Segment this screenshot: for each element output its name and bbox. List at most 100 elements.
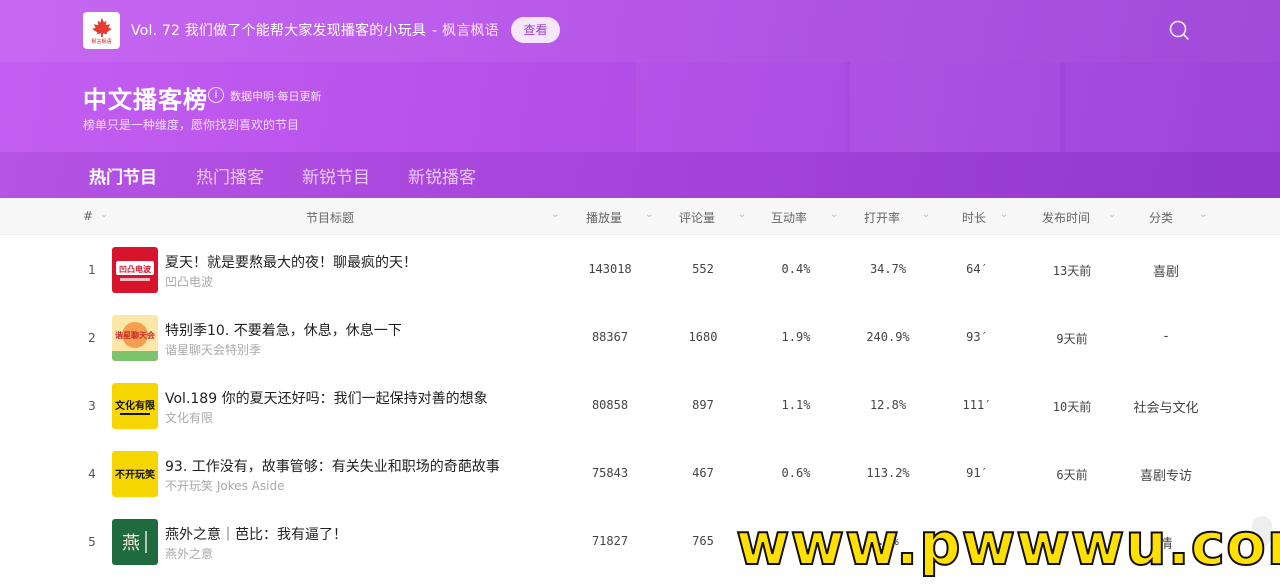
chevron-down-icon: ⌄ (645, 209, 654, 220)
chevron-down-icon: ⌄ (1108, 209, 1117, 220)
table-row[interactable]: 1 凹凸电波 夏天！就是要熬最大的夜！聊最疯的天！ 凹凸电波 143018 55… (0, 235, 1280, 303)
column-interaction[interactable]: 互动率 (771, 209, 807, 226)
cover-art-icon: 燕 (122, 531, 147, 554)
comments-value: 552 (692, 262, 714, 276)
search-icon[interactable] (1168, 19, 1190, 41)
podcast-name[interactable]: 燕外之意 (165, 545, 213, 562)
plays-value: 71827 (591, 534, 629, 548)
logo-caption: 枫言枫语 (91, 38, 112, 45)
column-published[interactable]: 发布时间 (1042, 209, 1090, 226)
published-value: 13天前 (1052, 264, 1092, 278)
podcast-cover[interactable]: 燕 (112, 519, 158, 565)
open-rate-value: 113.2% (866, 466, 910, 480)
site-logo[interactable]: 枫言枫语 (83, 12, 120, 49)
column-comments[interactable]: 评论量 (679, 209, 715, 226)
duration-value: 111′ (962, 398, 992, 412)
column-open-rate[interactable]: 打开率 (864, 209, 900, 226)
plays-value: 80858 (591, 398, 629, 412)
episode-title[interactable]: 夏天！就是要熬最大的夜！聊最疯的天！ (165, 252, 417, 272)
rank-number: 3 (88, 399, 96, 413)
podcast-name[interactable]: 凹凸电波 (165, 273, 213, 290)
interaction-value: 0.4% (781, 262, 811, 276)
interaction-value: 0.6% (781, 466, 811, 480)
comments-value: 467 (692, 466, 714, 480)
cover-art-icon: 凹凸电波 (116, 261, 154, 281)
banner-link[interactable]: Vol. 72 我们做了个能帮大家发现播客的小玩具 - 枫言枫语 (131, 20, 499, 40)
duration-value: 64′ (966, 262, 988, 276)
cover-label: 文化有限 (115, 399, 156, 412)
comments-value: 1680 (688, 330, 718, 344)
category-value: 喜剧专访 (1139, 469, 1192, 484)
duration-value: 93′ (966, 330, 988, 344)
interaction-value: 1.1% (781, 398, 811, 412)
chevron-down-icon: ⌄ (738, 209, 747, 220)
plays-value: 143018 (588, 262, 632, 276)
episode-title[interactable]: 燕外之意｜芭比：我有逼了！ (165, 524, 347, 544)
published-value: 10天前 (1052, 400, 1092, 414)
rank-number: 5 (88, 535, 96, 549)
open-rate-value: 34.7% (869, 262, 907, 276)
cover-art-icon: 谐星聊天会 (112, 315, 158, 361)
podcast-name[interactable]: 不开玩笑 Jokes Aside (165, 477, 284, 494)
rank-number: 2 (88, 331, 96, 345)
podcast-name[interactable]: 文化有限 (165, 409, 213, 426)
podcast-cover[interactable]: 凹凸电波 (112, 247, 158, 293)
chevron-down-icon: ⌄ (100, 209, 109, 220)
chevron-down-icon: ⌄ (551, 209, 560, 220)
cover-art-icon: 文化有限 (115, 399, 156, 415)
open-rate-value: 12.8% (869, 398, 907, 412)
cover-label: 燕 (122, 533, 140, 554)
cover-label: 谐星聊天会 (115, 330, 155, 340)
podcast-cover[interactable]: 文化有限 (112, 383, 158, 429)
cover-label: 凹凸电波 (119, 264, 152, 274)
header-tile (850, 62, 1060, 152)
tab-new-episodes[interactable]: 新锐节目 (302, 163, 370, 188)
plays-value: 88367 (591, 330, 629, 344)
header-tile (636, 62, 846, 152)
comments-value: 765 (692, 534, 714, 548)
comments-value: 897 (692, 398, 714, 412)
episode-title[interactable]: 93. 工作没有，故事管够：有关失业和职场的奇葩故事 (165, 456, 500, 476)
podcast-name[interactable]: 谐星聊天会特别季 (165, 341, 261, 358)
category-value: 社会与文化 (1133, 401, 1199, 416)
cover-label: 不开玩笑 (115, 468, 155, 481)
maple-leaf-icon (91, 17, 112, 37)
category-value: - (1163, 329, 1169, 344)
podcast-cover[interactable]: 不开玩笑 (112, 451, 158, 497)
tab-hot-podcasts[interactable]: 热门播客 (196, 163, 264, 188)
open-rate-value: 240.9% (866, 330, 910, 344)
chevron-down-icon: ⌄ (922, 209, 931, 220)
table-header: # ⌄ 节目标题 ⌄ 播放量 ⌄ 评论量 ⌄ 互动率 ⌄ 打开率 ⌄ 时长 ⌄ … (0, 198, 1280, 235)
published-value: 9天前 (1056, 332, 1088, 346)
tabs-band (0, 152, 1280, 198)
info-icon[interactable]: i (208, 87, 224, 103)
column-duration[interactable]: 时长 (962, 209, 986, 226)
header-tile (1065, 62, 1280, 152)
chevron-down-icon: ⌄ (1000, 209, 1009, 220)
page-subtitle: 榜单只是一种维度，愿你找到喜欢的节目 (83, 118, 300, 132)
cover-art-icon: 不开玩笑 (115, 468, 155, 481)
table-row[interactable]: 2 谐星聊天会 特别季10. 不要着急，休息，休息一下 谐星聊天会特别季 883… (0, 303, 1280, 371)
duration-value: 91′ (966, 466, 988, 480)
column-category[interactable]: 分类 (1149, 209, 1173, 226)
podcast-cover[interactable]: 谐星聊天会 (112, 315, 158, 361)
episode-title[interactable]: 特别季10. 不要着急，休息，休息一下 (165, 320, 402, 340)
top-banner: 枫言枫语 Vol. 72 我们做了个能帮大家发现播客的小玩具 - 枫言枫语 查看 (0, 0, 1280, 62)
interaction-value: 1.9% (781, 330, 811, 344)
table-row[interactable]: 3 文化有限 Vol.189 你的夏天还好吗：我们一起保持对善的想象 文化有限 … (0, 371, 1280, 439)
table-row[interactable]: 4 不开玩笑 93. 工作没有，故事管够：有关失业和职场的奇葩故事 不开玩笑 J… (0, 439, 1280, 507)
banner-source: - 枫言枫语 (432, 23, 499, 39)
view-button[interactable]: 查看 (511, 17, 560, 43)
page-title: 中文播客榜 (83, 86, 208, 114)
column-plays[interactable]: 播放量 (586, 209, 622, 226)
tab-new-podcasts[interactable]: 新锐播客 (408, 163, 476, 188)
plays-value: 75843 (591, 466, 629, 480)
episode-title[interactable]: Vol.189 你的夏天还好吗：我们一起保持对善的想象 (165, 388, 488, 408)
tab-hot-episodes[interactable]: 热门节目 (89, 163, 157, 188)
column-rank[interactable]: # (83, 209, 93, 223)
column-title[interactable]: 节目标题 (306, 209, 354, 226)
rank-number: 1 (88, 263, 96, 277)
chevron-down-icon: ⌄ (1199, 209, 1208, 220)
data-statement[interactable]: 数据申明·每日更新 (230, 88, 322, 104)
rank-number: 4 (88, 467, 96, 481)
